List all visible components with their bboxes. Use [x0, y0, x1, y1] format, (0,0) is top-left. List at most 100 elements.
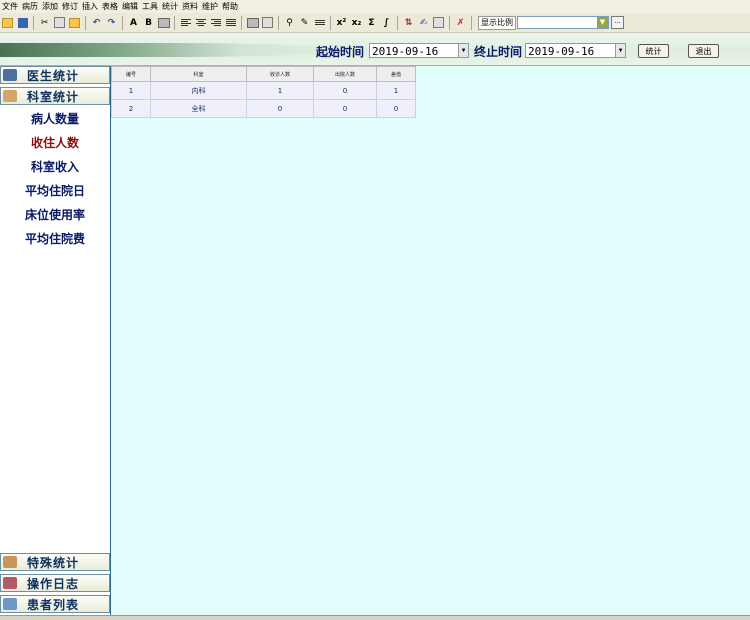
- chevron-down-icon[interactable]: ▼: [615, 44, 625, 57]
- print-preview-icon[interactable]: [261, 16, 274, 29]
- zoom-dropdown[interactable]: ▼: [517, 16, 609, 29]
- zoom-label: 显示比例: [478, 15, 516, 30]
- sidebar-category-special-stats[interactable]: 特殊统计: [0, 553, 110, 571]
- list-icon: [3, 598, 17, 610]
- table-cell: 1: [111, 81, 151, 100]
- menu-item[interactable]: 表格: [100, 0, 120, 13]
- stat-button[interactable]: 统计: [638, 44, 669, 58]
- table-row[interactable]: 1 内科 1 0 1: [111, 81, 416, 100]
- superscript-button[interactable]: x²: [335, 16, 348, 29]
- shade-icon[interactable]: [157, 16, 170, 29]
- stamp-icon[interactable]: [432, 16, 445, 29]
- undo-icon[interactable]: ↶: [90, 16, 103, 29]
- menu-item[interactable]: 修订: [60, 0, 80, 13]
- column-header[interactable]: 出院人数: [313, 66, 377, 82]
- end-date-value: 2019-09-16: [528, 45, 595, 58]
- menu-item[interactable]: 插入: [80, 0, 100, 13]
- table-cell: 内科: [150, 81, 247, 100]
- sidebar-category-operation-log[interactable]: 操作日志: [0, 574, 110, 592]
- folder-icon: [3, 556, 17, 568]
- doctor-icon: [3, 69, 17, 81]
- menu-item[interactable]: 统计: [160, 0, 180, 13]
- sidebar-item-admissions[interactable]: 收住人数: [0, 134, 110, 151]
- stats-table: 编号 科室 收诊人数 出院人数 差值 1 内科 1 0 1 2 全科 0 0 0: [111, 66, 416, 118]
- toolbar-separator: [397, 15, 398, 30]
- table-cell: 0: [246, 99, 314, 118]
- find-icon[interactable]: ⚲: [283, 16, 296, 29]
- table-row[interactable]: 2 全科 0 0 0: [111, 99, 416, 118]
- toolbar-separator: [174, 15, 175, 30]
- sidebar-item-patient-count[interactable]: 病人数量: [0, 110, 110, 127]
- table-cell: 1: [246, 81, 314, 100]
- menu-item[interactable]: 帮助: [220, 0, 240, 13]
- open-icon[interactable]: [1, 16, 14, 29]
- sidebar-category-dept-stats[interactable]: 科室统计: [0, 87, 110, 105]
- integral-button[interactable]: ∫: [380, 16, 393, 29]
- table-cell: 全科: [150, 99, 247, 118]
- sidebar-item-avg-cost[interactable]: 平均住院费: [0, 230, 110, 247]
- main-panel: 编号 科室 收诊人数 出院人数 差值 1 内科 1 0 1 2 全科 0 0 0: [111, 66, 750, 615]
- banner-swoosh: [0, 43, 340, 57]
- column-header[interactable]: 科室: [150, 66, 247, 82]
- sign-icon[interactable]: ✍: [417, 16, 430, 29]
- menu-item[interactable]: 编辑: [120, 0, 140, 13]
- sort-icon[interactable]: ⇅: [402, 16, 415, 29]
- start-date-value: 2019-09-16: [372, 45, 439, 58]
- chevron-down-icon[interactable]: ▼: [597, 17, 608, 28]
- sigma-button[interactable]: Σ: [365, 16, 378, 29]
- align-right-icon[interactable]: [209, 16, 222, 29]
- start-date-picker[interactable]: 2019-09-16 ▼: [369, 43, 469, 58]
- redo-icon[interactable]: ↷: [105, 16, 118, 29]
- toolbar-separator: [33, 15, 34, 30]
- table-cell: 0: [376, 99, 416, 118]
- toolbar-separator: [241, 15, 242, 30]
- start-time-label: 起始时间: [316, 45, 365, 59]
- save-icon[interactable]: [16, 16, 29, 29]
- sidebar-category-patient-list[interactable]: 患者列表: [0, 595, 110, 613]
- bold-button[interactable]: B: [142, 16, 155, 29]
- user-icon: [3, 90, 17, 102]
- sidebar-item-dept-income[interactable]: 科室收入: [0, 158, 110, 175]
- paste-icon[interactable]: [68, 16, 81, 29]
- sidebar-item-bed-usage[interactable]: 床位使用率: [0, 206, 110, 223]
- align-center-icon[interactable]: [194, 16, 207, 29]
- sidebar-item-avg-stay[interactable]: 平均住院日: [0, 182, 110, 199]
- zoom-more-button[interactable]: ...: [611, 16, 624, 29]
- column-header[interactable]: 编号: [111, 66, 151, 82]
- column-header[interactable]: 差值: [376, 66, 416, 82]
- toolbar: ✂ ↶ ↷ A B ⚲ ✎ x² x₂ Σ ∫ ⇅ ✍ ✗ 显示比例 ▼ ...: [0, 13, 750, 33]
- table-cell: 1: [376, 81, 416, 100]
- menu-item[interactable]: 工具: [140, 0, 160, 13]
- end-date-picker[interactable]: 2019-09-16 ▼: [525, 43, 626, 58]
- exit-button[interactable]: 退出: [688, 44, 719, 58]
- table-cell: 0: [313, 99, 377, 118]
- menu-item[interactable]: 添加: [40, 0, 60, 13]
- list-icon[interactable]: [313, 16, 326, 29]
- print-icon[interactable]: [246, 16, 259, 29]
- category-label: 操作日志: [27, 576, 80, 591]
- category-label: 特殊统计: [27, 555, 80, 570]
- chevron-down-icon[interactable]: ▼: [458, 44, 468, 57]
- column-header[interactable]: 收诊人数: [246, 66, 314, 82]
- table-cell: 0: [313, 81, 377, 100]
- pin-icon[interactable]: ✗: [454, 16, 467, 29]
- justify-icon[interactable]: [224, 16, 237, 29]
- menu-item[interactable]: 资料: [180, 0, 200, 13]
- table-cell: 2: [111, 99, 151, 118]
- toolbar-separator: [122, 15, 123, 30]
- cut-icon[interactable]: ✂: [38, 16, 51, 29]
- toolbar-separator: [278, 15, 279, 30]
- menu-item[interactable]: 维护: [200, 0, 220, 13]
- edit-icon[interactable]: ✎: [298, 16, 311, 29]
- align-left-icon[interactable]: [179, 16, 192, 29]
- sidebar-category-doctor-stats[interactable]: 医生统计: [0, 66, 110, 84]
- menu-item[interactable]: 文件: [0, 0, 20, 13]
- subscript-button[interactable]: x₂: [350, 16, 363, 29]
- font-color-button[interactable]: A: [127, 16, 140, 29]
- end-time-label: 终止时间: [474, 45, 523, 59]
- menu-item[interactable]: 病历: [20, 0, 40, 13]
- table-header-row: 编号 科室 收诊人数 出院人数 差值: [111, 66, 416, 82]
- toolbar-separator: [330, 15, 331, 30]
- log-icon: [3, 577, 17, 589]
- copy-icon[interactable]: [53, 16, 66, 29]
